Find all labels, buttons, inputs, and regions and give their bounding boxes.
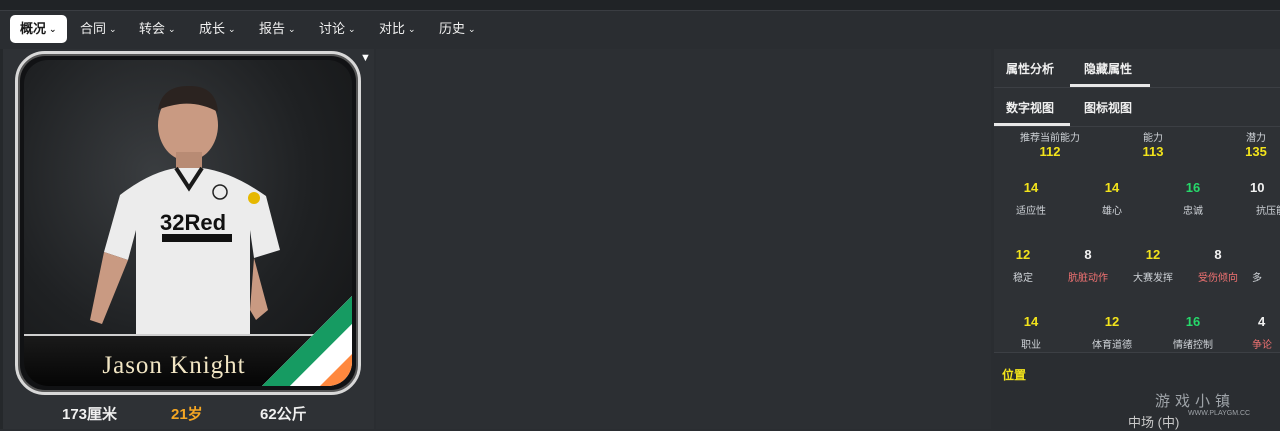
watermark-logo: 游戏小镇 xyxy=(1155,393,1236,410)
attribute-label: 雄心 xyxy=(1102,206,1122,217)
attribute-label: 职业 xyxy=(1021,340,1041,351)
tab-attribute-analysis[interactable]: 属性分析 xyxy=(1006,60,1054,77)
attribute-value: 8 xyxy=(1214,247,1222,262)
tab-hidden-attributes[interactable]: 隐藏属性 xyxy=(1084,60,1132,77)
attribute-value: 12 xyxy=(1145,247,1161,262)
nav-tabs: 概况 ⌄ 合同 ⌄ 转会 ⌄ 成长 ⌄ 报告 ⌄ 讨论 ⌄ 对比 ⌄ 历史 ⌄ xyxy=(0,11,1280,47)
tab-development[interactable]: 成长 ⌄ xyxy=(189,15,246,43)
tab-label: 成长 xyxy=(199,21,226,36)
top-bar xyxy=(0,0,1280,11)
attribute-label: 忠诚 xyxy=(1183,206,1203,217)
attribute-label: 多 xyxy=(1252,273,1262,284)
summary-value: 135 xyxy=(1245,144,1267,159)
tab-transfer[interactable]: 转会 ⌄ xyxy=(129,15,186,43)
tab-reports[interactable]: 报告 ⌄ xyxy=(249,15,306,43)
attribute-value: 14 xyxy=(1023,180,1039,195)
attribute-label: 适应性 xyxy=(1016,206,1046,217)
attribute-label: 受伤倾向 xyxy=(1198,273,1238,284)
tab-label: 讨论 xyxy=(319,21,346,36)
player-height: 173厘米 xyxy=(62,406,118,423)
attribute-value: 10 xyxy=(1250,180,1265,195)
attribute-value: 16 xyxy=(1185,180,1201,195)
tab-contract[interactable]: 合同 ⌄ xyxy=(70,15,127,43)
position-title: 位置 xyxy=(1002,368,1027,382)
summary-label: 推荐当前能力 xyxy=(1020,133,1080,144)
divider xyxy=(994,87,1280,88)
tab-label: 历史 xyxy=(439,21,466,36)
chevron-down-icon: ⌄ xyxy=(408,24,416,34)
player-card: 32Red Jason Knight xyxy=(15,51,361,395)
chevron-down-icon: ⌄ xyxy=(468,24,476,34)
summary-label: 能力 xyxy=(1143,133,1163,144)
attribute-value: 12 xyxy=(1104,314,1120,329)
attribute-value: 14 xyxy=(1023,314,1039,329)
chevron-down-icon: ⌄ xyxy=(109,24,117,34)
tab-label: 合同 xyxy=(80,21,107,36)
tab-compare[interactable]: 对比 ⌄ xyxy=(369,15,426,43)
tab-label: 报告 xyxy=(259,21,286,36)
tab-label: 对比 xyxy=(379,21,406,36)
summary-label: 潜力 xyxy=(1246,133,1266,144)
watermark-url: WWW.PLAYGM.CC xyxy=(1188,410,1251,417)
attribute-value: 12 xyxy=(1015,247,1031,262)
panel-divider xyxy=(0,49,3,429)
attribute-label: 抗压能 xyxy=(1256,206,1280,217)
chevron-down-icon: ⌄ xyxy=(49,24,57,34)
ireland-flag-icon xyxy=(262,296,352,386)
tab-number-view[interactable]: 数字视图 xyxy=(1006,99,1054,116)
attribute-label: 情绪控制 xyxy=(1173,340,1213,351)
summary-value: 112 xyxy=(1039,144,1061,159)
shirt-sponsor-text: 32Red xyxy=(160,210,226,235)
summary-value: 113 xyxy=(1142,144,1164,159)
tab-label: 概况 xyxy=(20,21,47,36)
player-photo: 32Red Jason Knight xyxy=(24,60,352,386)
attribute-label: 肮脏动作 xyxy=(1068,273,1108,284)
chevron-down-icon[interactable]: ▼ xyxy=(360,52,371,64)
tab-overview[interactable]: 概况 ⌄ xyxy=(10,15,67,43)
position-value: 中场 (中) xyxy=(1128,415,1180,430)
chevron-down-icon: ⌄ xyxy=(348,24,356,34)
chevron-down-icon: ⌄ xyxy=(168,24,176,34)
chevron-down-icon: ⌄ xyxy=(288,24,296,34)
player-age: 21岁 xyxy=(171,406,203,423)
tab-history[interactable]: 历史 ⌄ xyxy=(429,15,486,43)
attribute-value: 16 xyxy=(1185,314,1201,329)
tab-label: 转会 xyxy=(139,21,166,36)
tab-discussion[interactable]: 讨论 ⌄ xyxy=(309,15,366,43)
attribute-value: 14 xyxy=(1104,180,1120,195)
attribute-label: 争论 xyxy=(1252,340,1272,351)
attribute-value: 8 xyxy=(1084,247,1092,262)
attribute-label: 体育道德 xyxy=(1092,340,1132,351)
attribute-value: 4 xyxy=(1258,314,1266,329)
attribute-label: 稳定 xyxy=(1013,273,1033,284)
chevron-down-icon: ⌄ xyxy=(228,24,236,34)
main-content-panel xyxy=(376,49,991,429)
player-weight: 62公斤 xyxy=(260,406,307,423)
divider xyxy=(994,126,1280,127)
tab-icon-view[interactable]: 图标视图 xyxy=(1084,99,1132,116)
attribute-label: 大赛发挥 xyxy=(1133,273,1173,284)
